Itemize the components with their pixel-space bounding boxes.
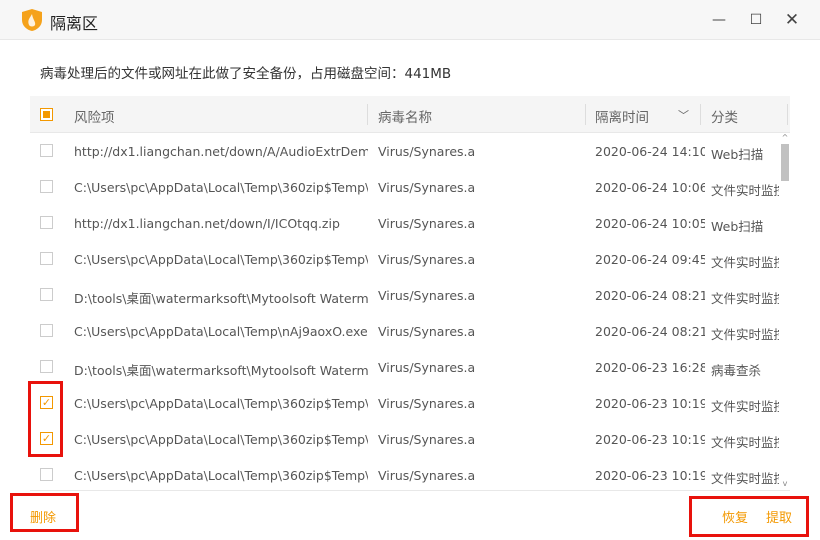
quarantine-time: 2020-06-24 10:06 [595,180,705,195]
risk-item: C:\Users\pc\AppData\Local\Temp\360zip$Te… [74,468,368,483]
table-header: 风险项 病毒名称 隔离时间 ﹀ 分类 [30,96,790,133]
category: 病毒查杀 [711,363,762,378]
highlight-box [10,493,79,532]
virus-name: Virus/Synares.a [378,216,476,231]
risk-item: C:\Users\pc\AppData\Local\Temp\360zip$Te… [74,396,368,411]
column-divider[interactable] [367,104,368,125]
risk-item: C:\Users\pc\AppData\Local\Temp\360zip$Te… [74,180,368,195]
quarantine-time: 2020-06-23 10:19 [595,468,705,483]
quarantine-time: 2020-06-24 09:45 [595,252,705,267]
select-all-checkbox[interactable] [40,108,53,121]
row-checkbox[interactable] [40,288,53,301]
quarantine-time: 2020-06-23 10:19 [595,432,705,447]
column-divider[interactable] [585,104,586,125]
shield-logo-icon [22,9,42,31]
risk-item: D:\tools\桌面\watermarksoft\Mytoolsoft Wat… [74,291,368,306]
category: 文件实时监控 [711,255,779,270]
quarantine-time: 2020-06-24 10:05 [595,216,705,231]
divider [30,490,790,491]
category: 文件实时监控 [711,435,779,450]
risk-item: C:\Users\pc\AppData\Local\Temp\360zip$Te… [74,432,368,447]
table-row[interactable]: ✓ C:\Users\pc\AppData\Local\Temp\360zip$… [30,385,780,421]
table-row[interactable]: D:\tools\桌面\watermarksoft\Mytoolsoft Wat… [30,349,780,385]
title-bar: 隔离区 — ☐ ✕ [0,0,820,40]
virus-name: Virus/Synares.a [378,468,476,483]
row-checkbox[interactable] [40,180,53,193]
window-title: 隔离区 [50,14,99,33]
risk-item: C:\Users\pc\AppData\Local\Temp\nAj9aoxO.… [74,324,368,339]
header-category[interactable]: 分类 [711,106,738,126]
row-checkbox[interactable] [40,252,53,265]
category: 文件实时监控 [711,291,779,306]
maximize-icon[interactable]: ☐ [746,10,766,30]
risk-item: http://dx1.liangchan.net/down/A/AudioExt… [74,144,368,159]
header-risk[interactable]: 风险项 [74,106,115,126]
quarantine-time: 2020-06-23 10:19 [595,396,705,411]
row-checkbox[interactable] [40,144,53,157]
virus-name: Virus/Synares.a [378,180,476,195]
virus-name: Virus/Synares.a [378,396,476,411]
table-row[interactable]: C:\Users\pc\AppData\Local\Temp\nAj9aoxO.… [30,313,780,349]
table-row[interactable]: http://dx1.liangchan.net/down/A/AudioExt… [30,133,780,169]
virus-name: Virus/Synares.a [378,144,476,159]
table-row[interactable]: C:\Users\pc\AppData\Local\Temp\360zip$Te… [30,241,780,277]
table-row[interactable]: C:\Users\pc\AppData\Local\Temp\360zip$Te… [30,457,780,490]
row-checkbox[interactable] [40,216,53,229]
row-checkbox[interactable] [40,324,53,337]
quarantine-time: 2020-06-23 16:28 [595,360,705,375]
quarantine-time: 2020-06-24 08:21 [595,324,705,339]
quarantine-time: 2020-06-24 08:21 [595,288,705,303]
row-checkbox[interactable] [40,360,53,373]
table-row[interactable]: ✓ C:\Users\pc\AppData\Local\Temp\360zip$… [30,421,780,457]
table-row[interactable]: http://dx1.liangchan.net/down/I/ICOtqq.z… [30,205,780,241]
scrollbar[interactable]: ^ v [780,133,790,490]
category: 文件实时监控 [711,183,779,198]
table-row[interactable]: C:\Users\pc\AppData\Local\Temp\360zip$Te… [30,169,780,205]
highlight-box [28,381,63,457]
backup-info-text: 病毒处理后的文件或网址在此做了安全备份，占用磁盘空间：441MB [40,66,452,82]
virus-name: Virus/Synares.a [378,288,476,303]
scroll-up-icon[interactable]: ^ [780,133,790,142]
close-icon[interactable]: ✕ [782,10,802,30]
row-checkbox[interactable] [40,468,53,481]
virus-name: Virus/Synares.a [378,432,476,447]
category: Web扫描 [711,147,764,162]
table-row[interactable]: D:\tools\桌面\watermarksoft\Mytoolsoft Wat… [30,277,780,313]
virus-name: Virus/Synares.a [378,360,476,375]
minimize-icon[interactable]: — [709,10,729,30]
quarantine-time: 2020-06-24 14:10 [595,144,705,159]
category: 文件实时监控 [711,327,779,342]
column-divider[interactable] [787,104,788,125]
sort-chevron-down-icon[interactable]: ﹀ [678,107,689,123]
header-time[interactable]: 隔离时间 [595,106,649,126]
scrollbar-thumb[interactable] [781,144,789,181]
risk-item: C:\Users\pc\AppData\Local\Temp\360zip$Te… [74,252,368,267]
virus-name: Virus/Synares.a [378,324,476,339]
risk-item: http://dx1.liangchan.net/down/I/ICOtqq.z… [74,216,340,231]
quarantine-table: 风险项 病毒名称 隔离时间 ﹀ 分类 http://dx1.liangchan.… [30,96,790,490]
header-virus[interactable]: 病毒名称 [378,106,432,126]
category: 文件实时监控 [711,471,779,486]
highlight-box [689,496,809,537]
risk-item: D:\tools\桌面\watermarksoft\Mytoolsoft Wat… [74,363,368,378]
category: 文件实时监控 [711,399,779,414]
scroll-down-icon[interactable]: v [780,479,790,488]
column-divider[interactable] [700,104,701,125]
category: Web扫描 [711,219,764,234]
virus-name: Virus/Synares.a [378,252,476,267]
